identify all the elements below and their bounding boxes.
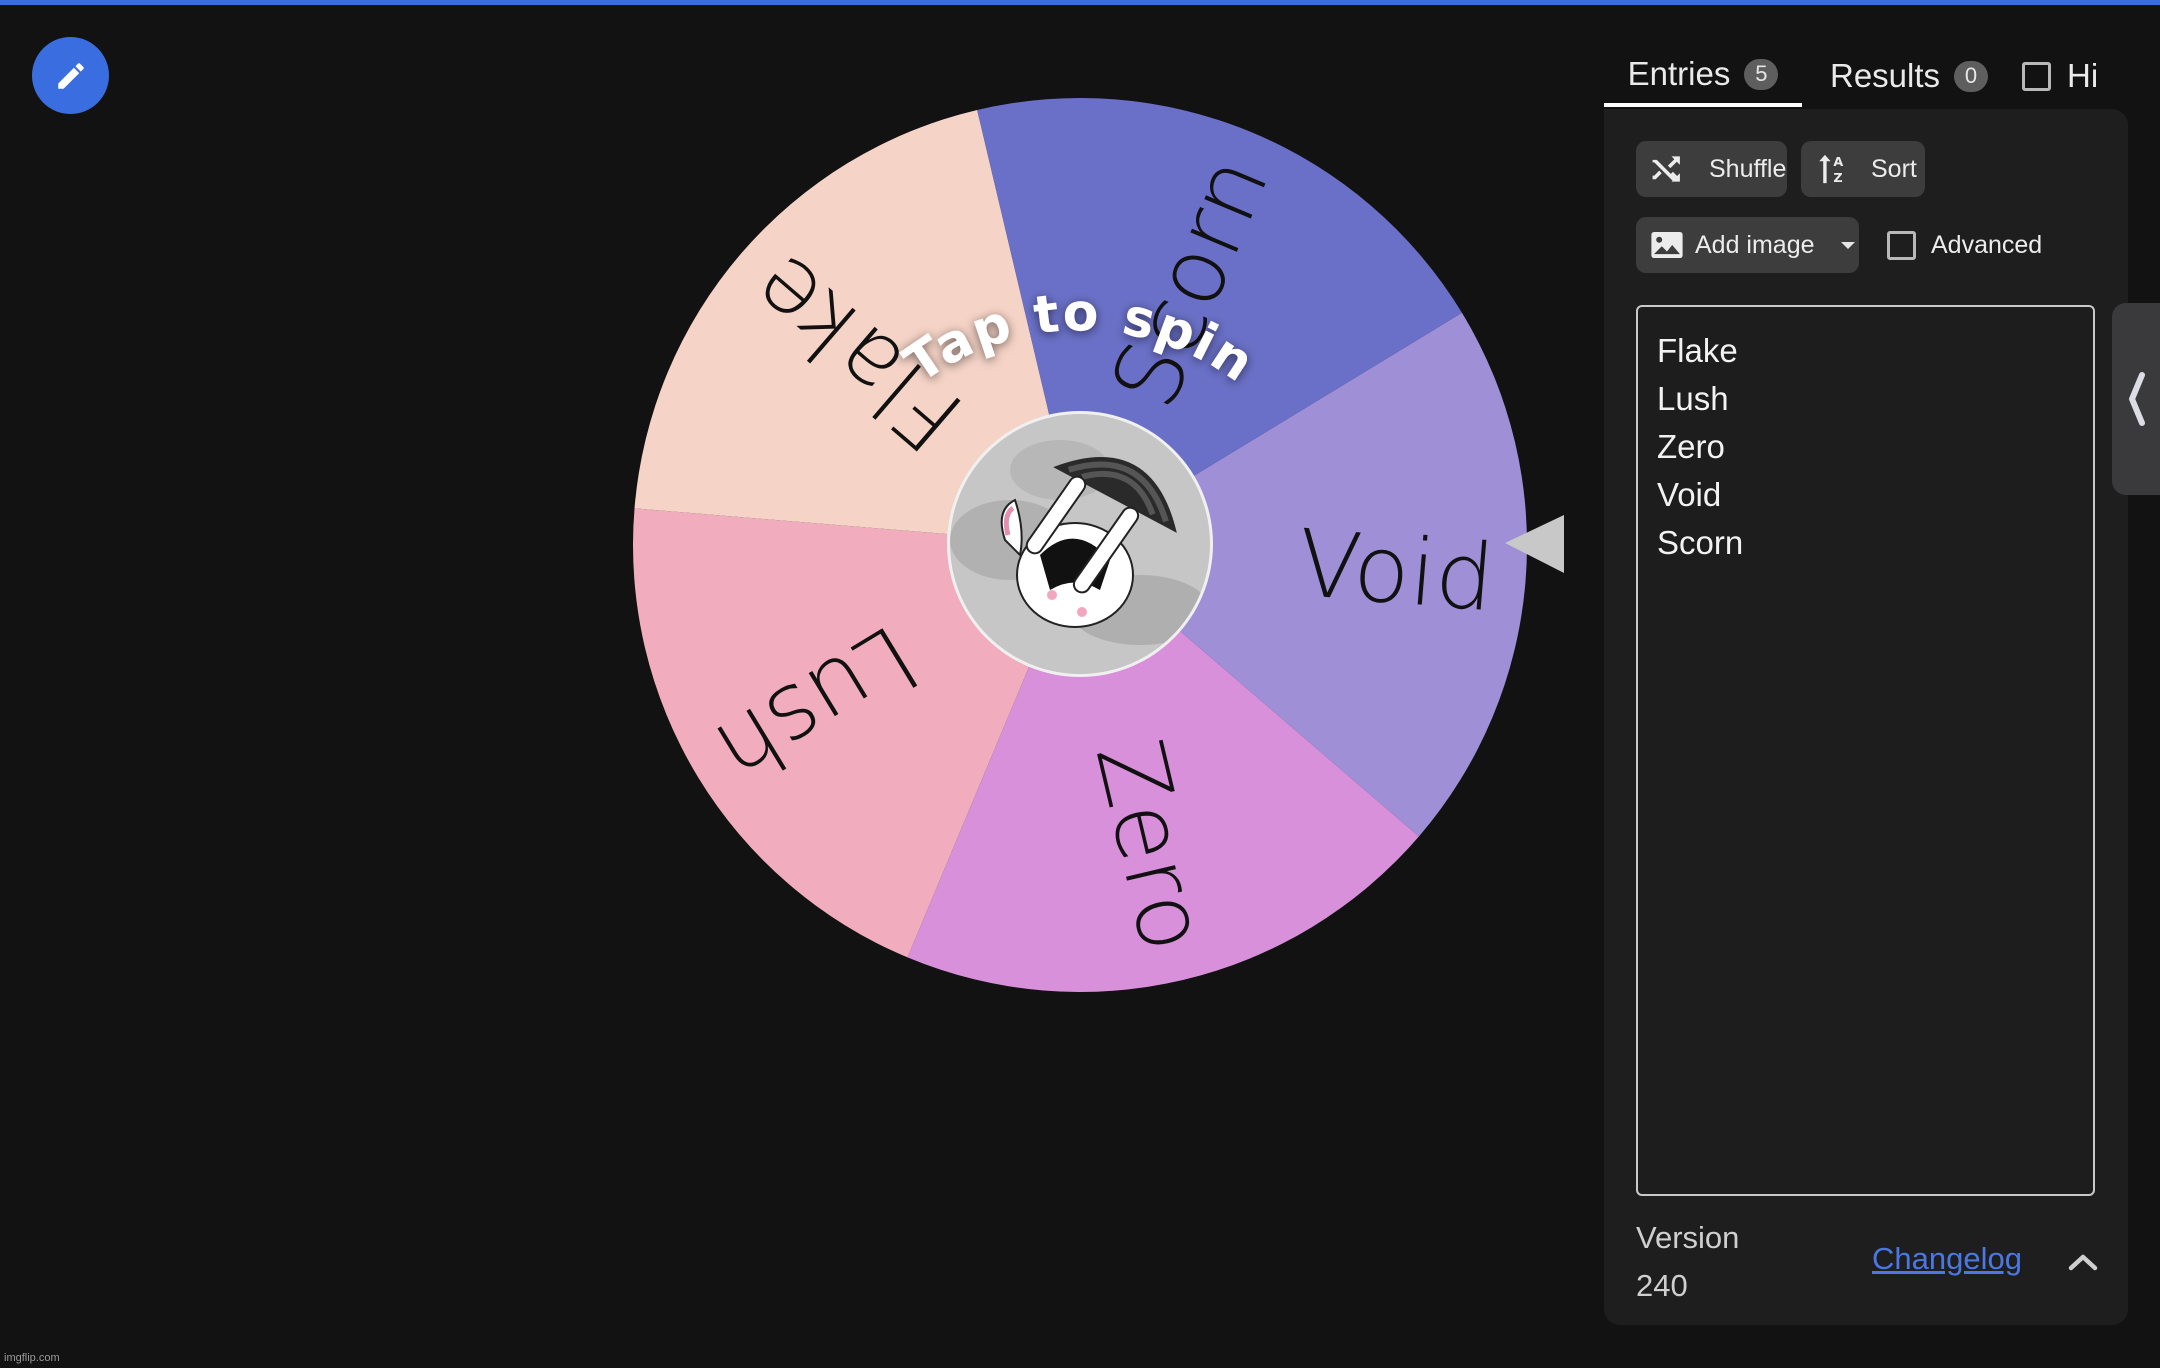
watermark: imgflip.com — [4, 1352, 60, 1364]
hide-checkbox-box[interactable] — [2022, 61, 2051, 91]
collapse-panel-button[interactable] — [2112, 303, 2160, 495]
wheel[interactable]: Void Zero Lush Flake Scorn Tap to spin — [600, 60, 1600, 1040]
shuffle-label: Shuffle — [1709, 154, 1787, 183]
svg-text:Z: Z — [1833, 171, 1842, 186]
tab-entries[interactable]: Entries 5 — [1604, 45, 1802, 107]
entry-line: Lush — [1657, 380, 1729, 417]
add-image-button[interactable]: Add image — [1636, 217, 1859, 273]
hide-checkbox[interactable]: Hi — [2022, 45, 2134, 107]
changelog-link[interactable]: Changelog — [1872, 1241, 2022, 1277]
top-accent-bar — [0, 0, 2160, 5]
wheel-slice-label: Void — [1294, 510, 1498, 633]
image-icon — [1651, 232, 1683, 258]
tab-entries-label: Entries — [1627, 55, 1731, 92]
entries-textarea[interactable]: Flake Lush Zero Void Scorn — [1636, 305, 2095, 1196]
advanced-label: Advanced — [1931, 230, 2043, 259]
tab-results[interactable]: Results 0 — [1830, 45, 1989, 107]
center-hub[interactable] — [947, 411, 1213, 677]
hide-checkbox-label: Hi — [2067, 57, 2099, 94]
version-number: 240 — [1636, 1268, 1688, 1303]
shuffle-icon — [1652, 156, 1680, 182]
tab-results-label: Results — [1830, 57, 1941, 94]
entries-count-badge: 5 — [1744, 58, 1779, 90]
entries-panel: Shuffle A Z Sort Add image Advanced Flak… — [1604, 109, 2128, 1325]
chevron-up-icon — [2068, 1254, 2098, 1271]
entry-line: Flake — [1657, 332, 1738, 369]
edit-button[interactable] — [32, 37, 109, 114]
sort-button[interactable]: A Z Sort — [1801, 141, 1925, 197]
panel-tabs: Entries 5 Results 0 Hi — [1604, 45, 2124, 109]
entry-line: Void — [1657, 476, 1722, 513]
collapse-footer-button[interactable] — [2066, 1245, 2100, 1279]
results-count-badge: 0 — [1954, 60, 1989, 92]
advanced-checkbox-box[interactable] — [1887, 230, 1916, 260]
entry-line: Scorn — [1657, 524, 1744, 561]
add-image-label: Add image — [1695, 230, 1815, 259]
chevron-left-icon — [2129, 372, 2145, 426]
version-info: Version 240 — [1636, 1214, 1739, 1310]
svg-text:A: A — [1833, 155, 1843, 170]
entry-line: Zero — [1657, 428, 1725, 465]
sort-label: Sort — [1871, 154, 1917, 183]
dropdown-caret-icon[interactable] — [1840, 241, 1855, 249]
advanced-checkbox[interactable]: Advanced — [1887, 228, 2042, 262]
version-label: Version — [1636, 1220, 1740, 1255]
sort-az-icon: A Z — [1819, 154, 1843, 186]
shuffle-button[interactable]: Shuffle — [1636, 141, 1787, 197]
pencil-icon — [57, 62, 84, 89]
